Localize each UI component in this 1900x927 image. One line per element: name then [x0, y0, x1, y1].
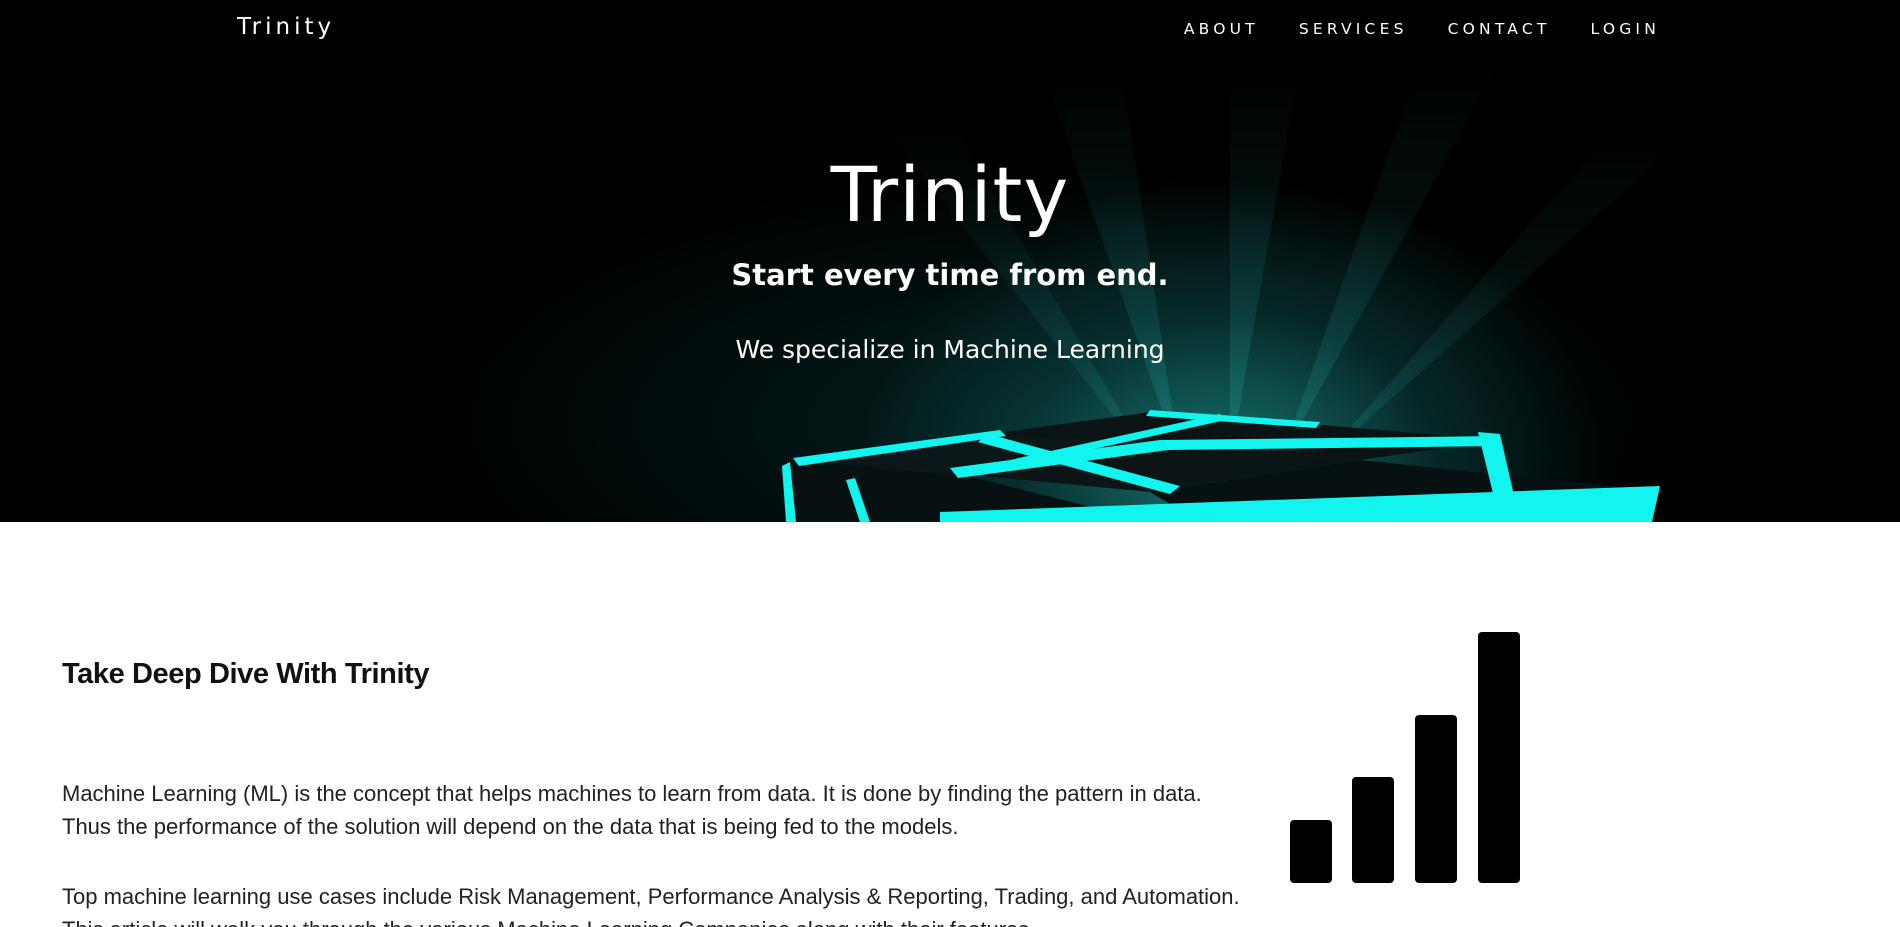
signal-bars-icon [1290, 632, 1520, 883]
nav-link-services[interactable]: SERVICES [1299, 20, 1408, 38]
about-section: Take Deep Dive With Trinity Machine Lear… [0, 522, 1900, 927]
hero-tagline: We specialize in Machine Learning [735, 335, 1165, 364]
nav-link-about[interactable]: ABOUT [1184, 20, 1259, 38]
intro-paragraph: Machine Learning (ML) is the concept tha… [62, 781, 1202, 839]
use-cases-paragraph: Top machine learning use cases include R… [62, 884, 1240, 927]
brand-logo-link[interactable]: Trinity [237, 14, 335, 40]
glowing-grid-illustration [782, 62, 1680, 522]
hero-banner: Trinity Start every time from end. We sp… [0, 62, 1900, 522]
section-heading: Take Deep Dive With Trinity [62, 658, 430, 690]
nav-link-contact[interactable]: CONTACT [1448, 20, 1551, 38]
hero-title: Trinity [830, 150, 1070, 239]
hero-subtitle: Start every time from end. [731, 258, 1169, 292]
nav-links: ABOUT SERVICES CONTACT LOGIN [1144, 20, 1660, 38]
nav-link-login[interactable]: LOGIN [1591, 20, 1660, 38]
top-navbar: Trinity ABOUT SERVICES CONTACT LOGIN [0, 0, 1900, 62]
